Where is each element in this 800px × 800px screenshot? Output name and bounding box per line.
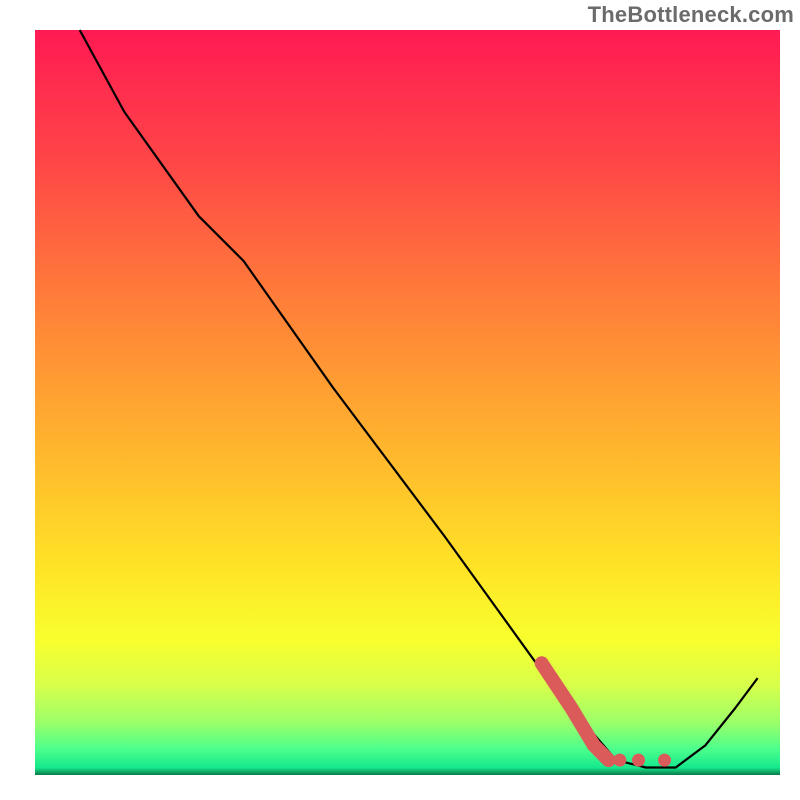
highlight-dots bbox=[613, 754, 671, 767]
highlight-dot bbox=[658, 754, 671, 767]
watermark-text: TheBottleneck.com bbox=[588, 2, 794, 28]
highlight-dot bbox=[613, 754, 626, 767]
chart-container: TheBottleneck.com bbox=[0, 0, 800, 800]
highlight-dot bbox=[632, 754, 645, 767]
bottleneck-chart bbox=[0, 0, 800, 800]
